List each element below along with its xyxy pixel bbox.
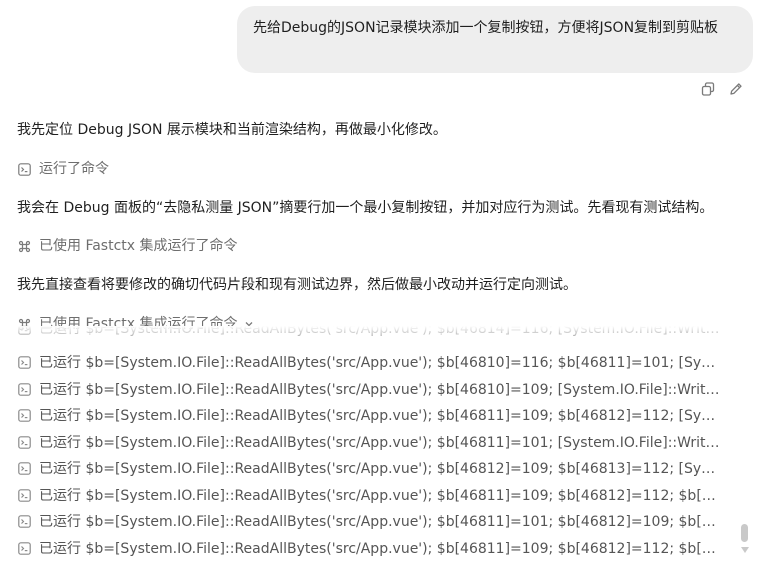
terminal-icon [17,162,31,176]
command-text: 已运行 $b=[System.IO.File]::ReadAllBytes('s… [39,326,722,337]
step-ran-command[interactable]: 运行了命令 [17,159,109,179]
terminal-icon [17,488,31,502]
terminal-icon [17,355,31,369]
terminal-icon [17,408,31,422]
step-label: 已使用 Fastctx 集成运行了命令 [39,238,238,254]
message-actions [700,81,744,97]
terminal-icon [17,514,31,528]
terminal-icon [17,461,31,475]
command-list[interactable]: 已运行 $b=[System.IO.File]::ReadAllBytes('s… [17,326,722,566]
terminal-icon [17,382,31,396]
user-message-text: 先给Debug的JSON记录模块添加一个复制按钮，方便将JSON复制到剪贴板 [253,20,719,36]
command-row[interactable]: 已运行 $b=[System.IO.File]::ReadAllBytes('s… [17,458,722,478]
assistant-paragraph-2: 我会在 Debug 面板的“去隐私测量 JSON”摘要行加一个最小复制按钮，并加… [17,200,714,216]
step-fastctx-1[interactable]: 已使用 Fastctx 集成运行了命令 [17,236,238,256]
terminal-icon [17,435,31,449]
step-label: 运行了命令 [39,161,109,177]
command-text: 已运行 $b=[System.IO.File]::ReadAllBytes('s… [39,488,722,504]
command-row[interactable]: 已运行 $b=[System.IO.File]::ReadAllBytes('s… [17,538,722,558]
command-text: 已运行 $b=[System.IO.File]::ReadAllBytes('s… [39,435,722,451]
command-row[interactable]: 已运行 $b=[System.IO.File]::ReadAllBytes('s… [17,511,722,531]
command-text: 已运行 $b=[System.IO.File]::ReadAllBytes('s… [39,514,722,530]
command-text: 已运行 $b=[System.IO.File]::ReadAllBytes('s… [39,408,722,424]
terminal-icon [17,326,31,335]
command-row[interactable]: 已运行 $b=[System.IO.File]::ReadAllBytes('s… [17,405,722,425]
pencil-icon[interactable] [728,81,744,97]
scroll-down-arrow-icon[interactable] [740,546,750,554]
command-text: 已运行 $b=[System.IO.File]::ReadAllBytes('s… [39,461,722,477]
assistant-paragraph-1: 我先定位 Debug JSON 展示模块和当前渲染结构，再做最小化修改。 [17,122,447,138]
command-row[interactable]: 已运行 $b=[System.IO.File]::ReadAllBytes('s… [17,352,722,372]
command-row[interactable]: 已运行 $b=[System.IO.File]::ReadAllBytes('s… [17,432,722,452]
command-row[interactable]: 已运行 $b=[System.IO.File]::ReadAllBytes('s… [17,379,722,399]
command-key-icon [17,239,31,253]
assistant-paragraph-3: 我先直接查看将要修改的确切代码片段和现有测试边界，然后做最小改动并运行定向测试。 [17,277,577,293]
user-message-bubble: 先给Debug的JSON记录模块添加一个复制按钮，方便将JSON复制到剪贴板 [237,6,753,73]
copy-icon[interactable] [700,81,716,97]
command-text: 已运行 $b=[System.IO.File]::ReadAllBytes('s… [39,382,722,398]
command-row[interactable]: 已运行 $b=[System.IO.File]::ReadAllBytes('s… [17,485,722,505]
command-row[interactable]: 已运行 $b=[System.IO.File]::ReadAllBytes('s… [17,326,722,338]
command-text: 已运行 $b=[System.IO.File]::ReadAllBytes('s… [39,355,722,371]
terminal-icon [17,541,31,555]
scrollbar-thumb[interactable] [741,524,748,542]
command-text: 已运行 $b=[System.IO.File]::ReadAllBytes('s… [39,541,722,557]
